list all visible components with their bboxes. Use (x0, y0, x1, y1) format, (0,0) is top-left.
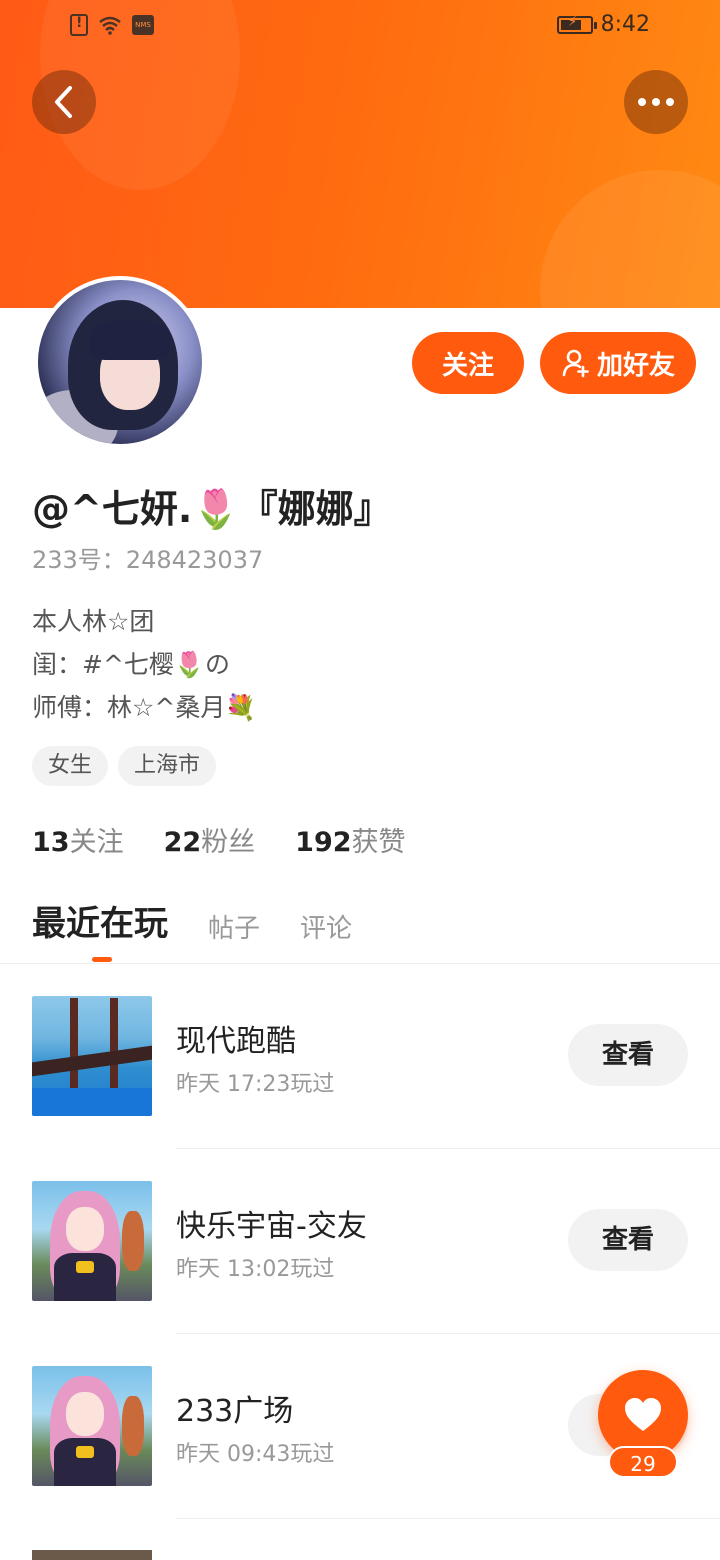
wifi-icon (98, 15, 122, 35)
profile-uid[interactable]: 233号：248423037 (32, 540, 263, 575)
stat-value: 13 (32, 827, 70, 858)
status-bar: NMS ⚡ 8:42 (0, 0, 720, 56)
add-friend-button-label: 加好友 (596, 350, 675, 381)
profile-stats: 13关注 22粉丝 192获赞 (32, 820, 406, 859)
back-button[interactable] (32, 70, 96, 134)
heart-icon (625, 1398, 661, 1431)
follow-button-label: 关注 (441, 350, 494, 381)
game-thumbnail (32, 1181, 152, 1301)
list-item[interactable]: 快乐宇宙-交友 昨天 13:02玩过 查看 (0, 1149, 720, 1334)
status-time: 8:42 (600, 12, 650, 37)
tag-gender: 女生 (32, 746, 109, 786)
stat-following[interactable]: 13关注 (32, 820, 124, 859)
stat-label: 获赞 (351, 827, 406, 858)
more-dots-icon (638, 98, 674, 106)
game-played-time: 昨天 17:23玩过 (176, 1072, 335, 1097)
tab-recently-played[interactable]: 最近在玩 (32, 896, 168, 949)
game-played-time: 昨天 09:43玩过 (176, 1442, 335, 1467)
game-title: 233广场 (176, 1394, 294, 1429)
stat-value: 192 (295, 827, 352, 858)
view-button[interactable]: 查看 (568, 1209, 688, 1271)
stat-likes[interactable]: 192获赞 (295, 820, 405, 859)
active-tab-indicator (92, 957, 112, 962)
like-count-badge: 29 (608, 1446, 678, 1478)
stat-label: 粉丝 (201, 827, 256, 858)
bio-line: 闺：#^七樱🌷の (32, 650, 231, 679)
profile-nickname: @^七妍.🌷『娜娜』 (32, 487, 392, 531)
sim-alert-icon (70, 14, 88, 36)
tag-location: 上海市 (118, 746, 217, 786)
status-bar-right: ⚡ 8:42 (556, 12, 650, 37)
game-played-time: 昨天 13:02玩过 (176, 1257, 335, 1282)
status-bar-left: NMS (70, 14, 154, 36)
list-item[interactable]: 现代跑酷 昨天 17:23玩过 查看 (0, 964, 720, 1149)
stat-label: 关注 (69, 827, 124, 858)
divider (176, 1518, 720, 1519)
battery-charging-icon: ⚡ (556, 14, 597, 34)
header-decoration (540, 170, 720, 308)
profile-tabs: 最近在玩 帖子 评论 (32, 896, 352, 949)
game-thumbnail (32, 1366, 152, 1486)
stat-value: 22 (163, 827, 202, 858)
profile-bio: 本人林☆团 闺：#^七樱🌷の 师傅：林☆^桑月💐 (32, 600, 257, 729)
tab-comments[interactable]: 评论 (300, 908, 352, 949)
view-button[interactable]: 查看 (568, 1024, 688, 1086)
stat-fans[interactable]: 22粉丝 (164, 820, 256, 859)
add-person-icon (562, 349, 589, 378)
profile-tags: 女生 上海市 (32, 746, 217, 786)
more-options-button[interactable] (624, 70, 688, 134)
game-title: 快乐宇宙-交友 (176, 1209, 367, 1244)
game-thumbnail (32, 1550, 152, 1560)
avatar[interactable] (34, 276, 206, 448)
follow-button[interactable]: 关注 (412, 332, 524, 394)
tab-posts[interactable]: 帖子 (208, 908, 260, 949)
nfc-icon: NMS (132, 15, 154, 35)
game-title: 现代跑酷 (176, 1024, 296, 1059)
game-thumbnail (32, 996, 152, 1116)
add-friend-button[interactable]: 加好友 (540, 332, 696, 394)
bio-line: 本人林☆团 (32, 607, 155, 636)
chevron-left-icon (55, 86, 72, 118)
bio-line: 师傅：林☆^桑月💐 (32, 693, 257, 722)
